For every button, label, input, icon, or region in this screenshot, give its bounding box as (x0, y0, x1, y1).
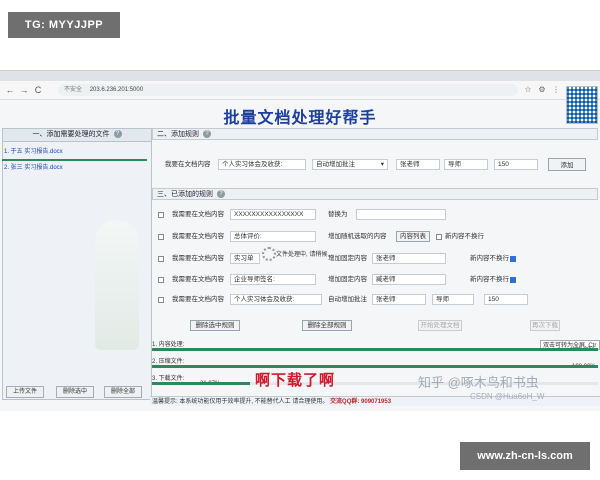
rule-label: 我需要在文档内容 (172, 255, 224, 262)
rule-target-input[interactable]: 个人实习体会及收获: (230, 294, 322, 305)
status-suffix: 请合理使用。 (292, 399, 329, 405)
watermark-bottom: www.zh-cn-ls.com (460, 442, 590, 470)
browser-toolbar: ← → C 不安全 203.6.236.201:5000 ☆ ⚙ ⋮ (0, 81, 600, 100)
rule-role-input[interactable]: 导师 (432, 294, 474, 305)
add-rule-header: 二、添加规则? (152, 128, 598, 140)
no-newline-label: 新内容不换行 (470, 276, 509, 283)
progress-fill (152, 365, 598, 368)
upload-file-button[interactable]: 上传文件 (6, 386, 44, 398)
status-notice: 温馨提示: 本系统功能仅用于效率提升, 不能替代人工 (152, 399, 291, 405)
rule-action-label: 增加固定内容 (328, 276, 367, 283)
rule-value-input[interactable]: 张老师 (372, 253, 446, 264)
rule-target-input[interactable]: 总体评价: (230, 231, 316, 242)
chevron-down-icon: ▾ (380, 161, 384, 168)
background-decoration (95, 220, 139, 350)
not-secure-label: 不安全 (64, 87, 83, 93)
added-rules-header: 三、已添加的规则? (152, 188, 598, 200)
rule-label: 我需要在文档内容 (172, 233, 224, 240)
rule-action-label: 增加固定内容 (328, 255, 367, 262)
start-processing-button[interactable]: 开始处理文档 (418, 320, 462, 331)
rule-checkbox[interactable] (158, 234, 164, 240)
browser-tab-bar (0, 71, 600, 81)
rule-checkbox[interactable] (158, 256, 164, 262)
loading-text: 文件处理中, 请稍候... (276, 252, 333, 258)
delete-all-rules-button[interactable]: 删除全部规则 (302, 320, 352, 331)
reload-icon[interactable]: C (32, 84, 44, 96)
rule-field-label: 我要在文档内容 (165, 161, 211, 168)
number-input[interactable]: 150 (494, 159, 538, 170)
forward-icon[interactable]: → (18, 84, 30, 96)
back-icon[interactable]: ← (4, 84, 16, 96)
no-newline-label: 新内容不换行 (445, 233, 484, 240)
rule-target-input[interactable]: 实习单 (230, 253, 260, 264)
watermark-top: TG: MYYJJPP (8, 12, 120, 38)
progress-fill (152, 382, 250, 385)
no-newline-checkbox[interactable] (510, 277, 516, 283)
star-icon[interactable]: ☆ (522, 84, 534, 96)
add-rule-title: 二、添加规则 (157, 131, 199, 138)
csdn-watermark: CSDN @Hua6oH_W (470, 392, 545, 401)
rule-value-input[interactable]: 臧老师 (372, 274, 446, 285)
extension-icon[interactable]: ⚙ (536, 84, 548, 96)
progress-label: 1. 内容处理: (152, 342, 185, 348)
help-icon[interactable]: ? (203, 130, 211, 139)
file-panel-title: 一、添加需要处理的文件 (32, 131, 110, 138)
rule-checkbox[interactable] (158, 297, 164, 303)
file-panel-header: 一、添加需要处理的文件? (3, 129, 151, 142)
target-text-input[interactable]: 个人实习体会及收获: (218, 159, 306, 170)
action-select[interactable]: 自动增加批注 ▾ (312, 159, 388, 170)
file-item[interactable]: 1. 于五 实习报告.docx (4, 146, 63, 155)
rule-checkbox[interactable] (158, 277, 164, 283)
rule-action-label: 替换为 (328, 211, 348, 218)
rule-checkbox[interactable] (158, 212, 164, 218)
add-rule-button[interactable]: 添加 (548, 158, 586, 171)
teacher-input[interactable]: 张老师 (396, 159, 440, 170)
file-item[interactable]: 2. 张三 实习报告.docx (4, 162, 63, 171)
help-icon[interactable]: ? (113, 130, 122, 139)
loading-spinner-icon (262, 247, 276, 261)
rule-action-label: 增加随机选取的内容 (328, 233, 387, 240)
selection-underline (2, 159, 147, 161)
url-text: 203.6.236.201:5000 (89, 87, 144, 93)
menu-icon[interactable]: ⋮ (550, 84, 562, 96)
delete-selected-rules-button[interactable]: 删除选中规则 (190, 320, 240, 331)
page-title: 批量文档处理好帮手 (223, 110, 377, 127)
rule-target-input[interactable]: XXXXXXXXXXXXXXXX (230, 209, 316, 220)
help-icon[interactable]: ? (217, 190, 225, 199)
delete-selected-files-button[interactable]: 删除选中 (56, 386, 94, 398)
rule-value-input[interactable] (356, 209, 446, 220)
no-newline-label: 新内容不换行 (470, 255, 509, 262)
rule-label: 我需要在文档内容 (172, 296, 224, 303)
content-progress-bar (152, 348, 598, 351)
rule-number-input[interactable]: 150 (484, 294, 528, 305)
rule-target-input[interactable]: 企业导师签名: (230, 274, 316, 285)
progress-label: 2. 压缩文件: (152, 359, 185, 365)
added-rules-title: 三、已添加的规则 (157, 191, 213, 198)
address-bar[interactable]: 不安全 203.6.236.201:5000 (58, 84, 518, 96)
qq-group-text: 交流QQ群: 909071953 (330, 399, 392, 405)
zhihu-watermark: 知乎 @啄木鸟和书虫 (418, 375, 539, 390)
content-list-button[interactable]: 内容列表 (396, 231, 430, 242)
video-subtitle: 啊下载了啊 (255, 372, 336, 389)
rule-label: 我需要在文档内容 (172, 276, 224, 283)
no-newline-checkbox[interactable] (510, 256, 516, 262)
role-input[interactable]: 导师 (444, 159, 488, 170)
rule-label: 我需要在文档内容 (172, 211, 224, 218)
qr-code (566, 86, 598, 124)
rule-value-input[interactable]: 张老师 (372, 294, 426, 305)
progress-label: 3. 下载文件: (152, 376, 185, 382)
no-newline-checkbox[interactable] (436, 234, 442, 240)
action-select-value: 自动增加批注 (316, 161, 355, 168)
delete-all-files-button[interactable]: 删除全部 (104, 386, 142, 398)
progress-fill (152, 348, 598, 351)
download-again-button[interactable]: 再次下载 (530, 320, 560, 331)
rule-action-label: 自动增加批注 (328, 296, 367, 303)
compress-progress-bar (152, 365, 598, 368)
